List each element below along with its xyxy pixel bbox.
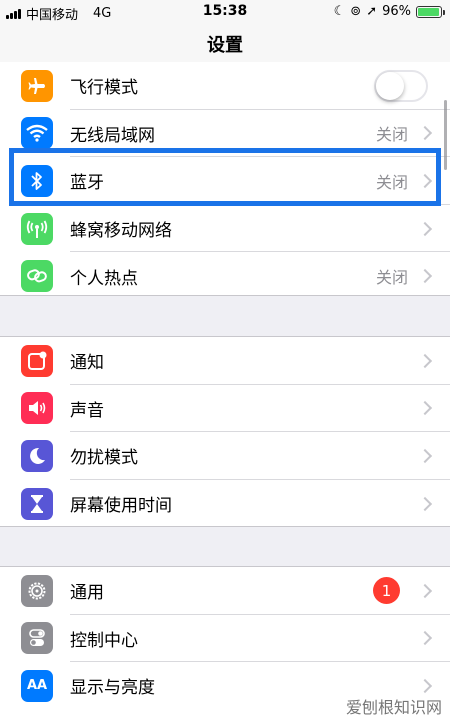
- dnd-label: 勿扰模式: [70, 448, 138, 469]
- bluetooth-value: 关闭: [375, 172, 408, 192]
- wifi-label: 无线局域网: [70, 125, 155, 146]
- settings-row-bluetooth[interactable]: 蓝牙 关闭: [0, 157, 450, 205]
- airplane-label: 飞行模式: [70, 78, 138, 99]
- watermark-text: 爱刨根知识网: [345, 698, 442, 717]
- settings-row-sounds[interactable]: 声音: [0, 385, 450, 433]
- settings-row-notifications[interactable]: 通知: [0, 337, 450, 385]
- connectivity-group: 飞行模式 无线局域网 关闭 蓝牙 关闭 蜂窝移动网络 个人热点 关闭: [0, 62, 450, 296]
- moon-icon: [21, 439, 53, 472]
- chevron-right-icon: [417, 353, 433, 368]
- bluetooth-icon: [21, 164, 53, 197]
- bluetooth-label: 蓝牙: [70, 173, 104, 194]
- chevron-right-icon: [417, 448, 433, 464]
- status-bar: 中国移动 4G 15:38 ☾ ⊚ ➚ 96%: [0, 0, 450, 24]
- battery-fill: [418, 7, 440, 16]
- sounds-label: 声音: [70, 400, 104, 421]
- chevron-right-icon: [417, 401, 433, 416]
- cellular-label: 蜂窝移动网络: [70, 221, 172, 242]
- rotation-lock-icon: ⊚: [350, 4, 362, 19]
- wifi-icon: [21, 117, 53, 150]
- chevron-right-icon: [417, 496, 433, 511]
- settings-row-screentime[interactable]: 屏幕使用时间: [0, 480, 450, 528]
- display-label: 显示与亮度: [70, 678, 155, 699]
- settings-row-control-center[interactable]: 控制中心: [0, 615, 450, 663]
- chevron-right-icon: [417, 631, 433, 646]
- chevron-right-icon: [417, 173, 433, 189]
- scroll-indicator[interactable]: [444, 100, 447, 170]
- toggle-knob: [376, 71, 404, 100]
- settings-row-general[interactable]: 通用 1: [0, 567, 450, 615]
- screentime-label: 屏幕使用时间: [70, 496, 172, 517]
- gear-icon: [21, 574, 53, 607]
- hourglass-icon: [21, 487, 53, 520]
- battery-percent: 96%: [382, 4, 411, 19]
- update-badge: 1: [373, 577, 400, 605]
- chevron-right-icon: [417, 583, 433, 598]
- status-right: ☾ ⊚ ➚ 96%: [333, 4, 445, 19]
- toggles-icon: [21, 622, 53, 655]
- airplane-icon: [21, 69, 53, 102]
- speaker-icon: [21, 392, 53, 425]
- hotspot-icon: [21, 260, 53, 293]
- chevron-right-icon: [417, 269, 433, 284]
- settings-row-dnd[interactable]: 勿扰模式: [0, 432, 450, 480]
- battery-icon: [416, 5, 445, 18]
- settings-row-hotspot[interactable]: 个人热点 关闭: [0, 252, 450, 300]
- antenna-icon: [21, 212, 53, 245]
- chevron-right-icon: [417, 126, 433, 141]
- airplane-toggle[interactable]: [374, 69, 428, 102]
- control-center-label: 控制中心: [70, 630, 138, 651]
- notifications-group: 通知 声音 勿扰模式 屏幕使用时间: [0, 336, 450, 527]
- notification-icon: [21, 344, 53, 377]
- moon-status-icon: ☾: [333, 4, 346, 19]
- hotspot-value: 关闭: [375, 268, 408, 288]
- notifications-label: 通知: [70, 353, 104, 374]
- wifi-value: 关闭: [375, 125, 408, 145]
- chevron-right-icon: [417, 678, 433, 694]
- settings-row-cellular[interactable]: 蜂窝移动网络: [0, 205, 450, 253]
- settings-row-airplane[interactable]: 飞行模式: [0, 62, 450, 110]
- text-size-icon: AA: [21, 669, 53, 702]
- chevron-right-icon: [417, 221, 433, 236]
- hotspot-label: 个人热点: [70, 268, 138, 289]
- location-icon: ➚: [366, 4, 378, 19]
- general-label: 通用: [70, 583, 104, 604]
- settings-row-wifi[interactable]: 无线局域网 关闭: [0, 110, 450, 158]
